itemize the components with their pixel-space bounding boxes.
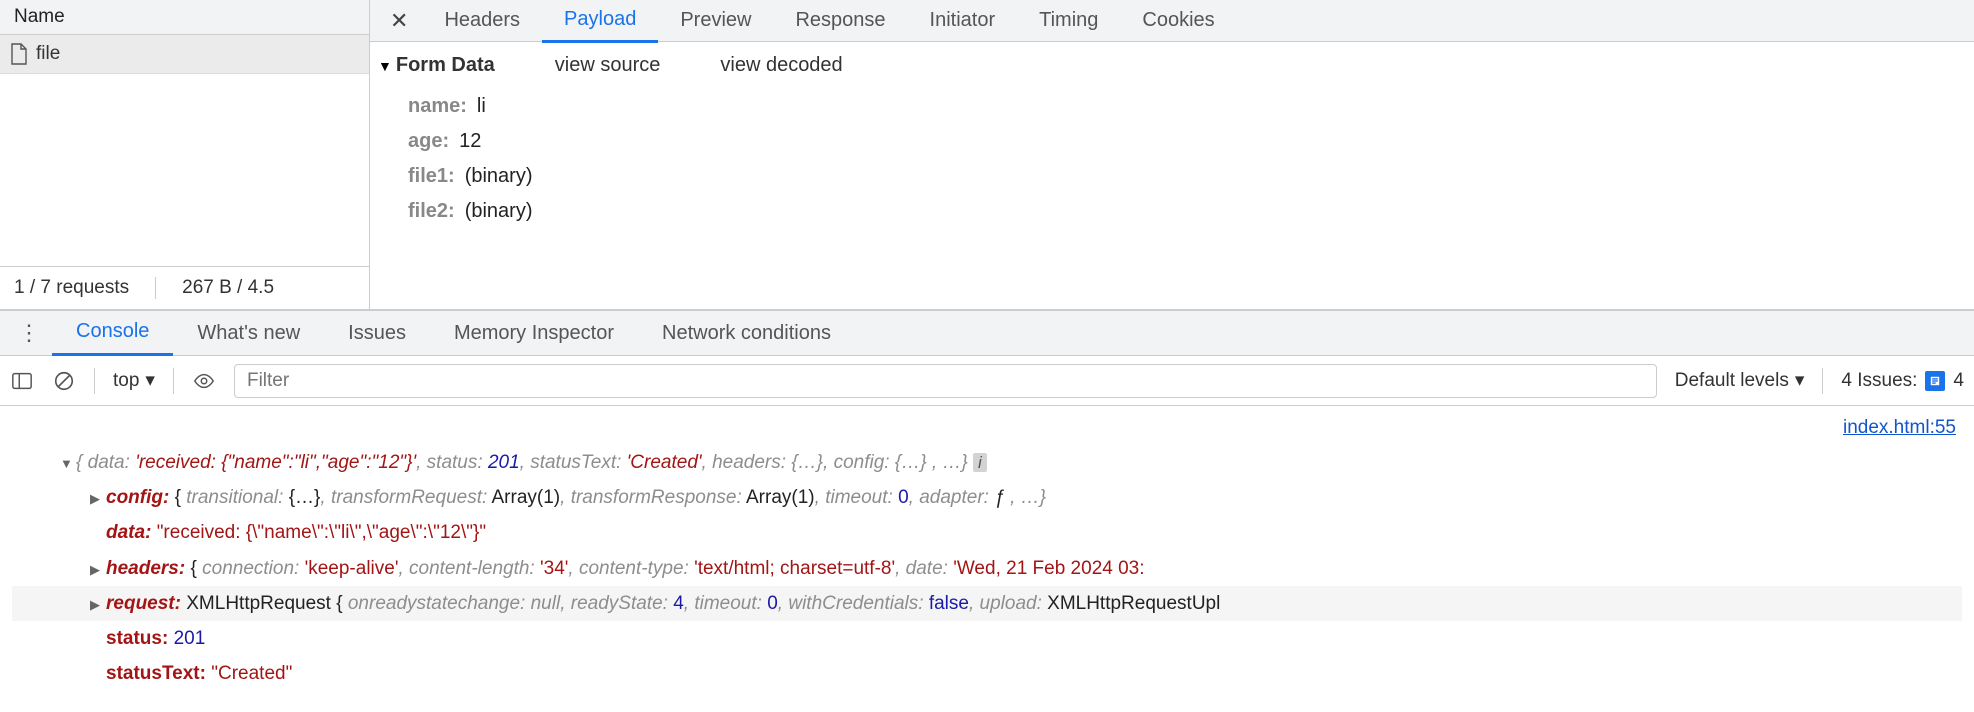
request-detail-pane: ✕ Headers Payload Preview Response Initi… bbox=[370, 0, 1974, 309]
form-row: file2: (binary) bbox=[408, 194, 1966, 229]
tab-payload[interactable]: Payload bbox=[542, 0, 658, 43]
chevron-down-icon: ▾ bbox=[145, 369, 155, 392]
log-prop-request[interactable]: ▶ request: XMLHttpRequest { onreadystate… bbox=[12, 586, 1962, 621]
log-prop-config[interactable]: ▶ config: { transitional: {…}, transform… bbox=[12, 480, 1962, 515]
info-icon[interactable]: i bbox=[973, 453, 987, 472]
network-request-list: Name file 1 / 7 requests 267 B / 4.5 bbox=[0, 0, 370, 309]
filter-input[interactable] bbox=[234, 364, 1657, 398]
form-key: file1: bbox=[408, 165, 455, 188]
detail-tab-bar: ✕ Headers Payload Preview Response Initi… bbox=[370, 0, 1974, 42]
form-row: age: 12 bbox=[408, 124, 1966, 159]
toggle-sidebar-icon[interactable] bbox=[10, 369, 34, 393]
context-selector[interactable]: top ▾ bbox=[113, 369, 155, 392]
console-output: index.html:55 ▼ { data: 'received: {"nam… bbox=[0, 406, 1974, 691]
form-data-header: ▼ Form Data view source view decoded bbox=[378, 54, 1966, 77]
form-key: name: bbox=[408, 95, 467, 118]
context-label: top bbox=[113, 370, 139, 392]
form-data-rows: name: li age: 12 file1: (binary) file2: … bbox=[378, 77, 1966, 229]
close-icon[interactable]: ✕ bbox=[376, 8, 422, 34]
form-key: file2: bbox=[408, 200, 455, 223]
clear-console-icon[interactable] bbox=[52, 369, 76, 393]
transfer-size: 267 B / 4.5 bbox=[182, 277, 274, 299]
requests-count: 1 / 7 requests bbox=[14, 277, 129, 299]
network-status-bar: 1 / 7 requests 267 B / 4.5 bbox=[0, 266, 369, 309]
form-key: age: bbox=[408, 130, 449, 153]
tab-initiator[interactable]: Initiator bbox=[908, 0, 1018, 41]
log-prop-headers[interactable]: ▶ headers: { connection: 'keep-alive', c… bbox=[12, 551, 1962, 586]
log-prop-status[interactable]: status: 201 bbox=[12, 621, 1962, 656]
expand-arrow-icon[interactable]: ▶ bbox=[90, 487, 106, 511]
payload-body: ▼ Form Data view source view decoded nam… bbox=[370, 42, 1974, 237]
expand-arrow-icon[interactable]: ▼ bbox=[60, 452, 76, 476]
form-data-label[interactable]: Form Data bbox=[396, 54, 495, 77]
issue-icon bbox=[1925, 371, 1945, 391]
tab-cookies[interactable]: Cookies bbox=[1120, 0, 1236, 41]
log-object-summary[interactable]: ▼ { data: 'received: {"name":"li","age":… bbox=[12, 445, 1962, 480]
eye-icon[interactable] bbox=[192, 369, 216, 393]
tab-timing[interactable]: Timing bbox=[1017, 0, 1120, 41]
tab-whats-new[interactable]: What's new bbox=[173, 312, 324, 355]
tab-preview[interactable]: Preview bbox=[658, 0, 773, 41]
kebab-menu-icon[interactable]: ⋮ bbox=[6, 320, 52, 346]
log-prop-statustext[interactable]: statusText: "Created" bbox=[12, 656, 1962, 691]
file-icon bbox=[10, 43, 28, 65]
source-link[interactable]: index.html:55 bbox=[12, 410, 1962, 445]
form-row: file1: (binary) bbox=[408, 159, 1966, 194]
request-row-file[interactable]: file bbox=[0, 35, 369, 74]
chevron-down-icon: ▾ bbox=[1795, 369, 1805, 392]
form-value: (binary) bbox=[465, 165, 533, 188]
tab-headers[interactable]: Headers bbox=[422, 0, 542, 41]
levels-label: Default levels bbox=[1675, 370, 1789, 392]
expand-arrow-icon[interactable]: ▶ bbox=[90, 593, 106, 617]
tab-issues[interactable]: Issues bbox=[324, 312, 430, 355]
view-source-link[interactable]: view source bbox=[555, 54, 661, 77]
form-value: 12 bbox=[459, 130, 481, 153]
log-levels-selector[interactable]: Default levels ▾ bbox=[1675, 369, 1805, 392]
disclosure-triangle-icon[interactable]: ▼ bbox=[378, 58, 392, 74]
tab-console[interactable]: Console bbox=[52, 310, 173, 356]
view-decoded-link[interactable]: view decoded bbox=[720, 54, 842, 77]
issues-indicator[interactable]: 4 Issues: 4 bbox=[1841, 370, 1964, 392]
drawer-tab-bar: ⋮ Console What's new Issues Memory Inspe… bbox=[0, 310, 1974, 356]
form-value: (binary) bbox=[465, 200, 533, 223]
issues-label: 4 Issues: bbox=[1841, 370, 1917, 392]
column-header-name[interactable]: Name bbox=[0, 0, 369, 35]
log-prop-data[interactable]: data: "received: {\"name\":\"li\",\"age\… bbox=[12, 515, 1962, 550]
console-toolbar: top ▾ Default levels ▾ 4 Issues: 4 bbox=[0, 356, 1974, 406]
request-rows: file bbox=[0, 35, 369, 266]
form-row: name: li bbox=[408, 89, 1966, 124]
form-value: li bbox=[477, 95, 486, 118]
request-name: file bbox=[36, 43, 60, 65]
tab-response[interactable]: Response bbox=[773, 0, 907, 41]
issues-count: 4 bbox=[1953, 370, 1964, 392]
tab-memory-inspector[interactable]: Memory Inspector bbox=[430, 312, 638, 355]
expand-arrow-icon[interactable]: ▶ bbox=[90, 558, 106, 582]
tab-network-conditions[interactable]: Network conditions bbox=[638, 312, 855, 355]
